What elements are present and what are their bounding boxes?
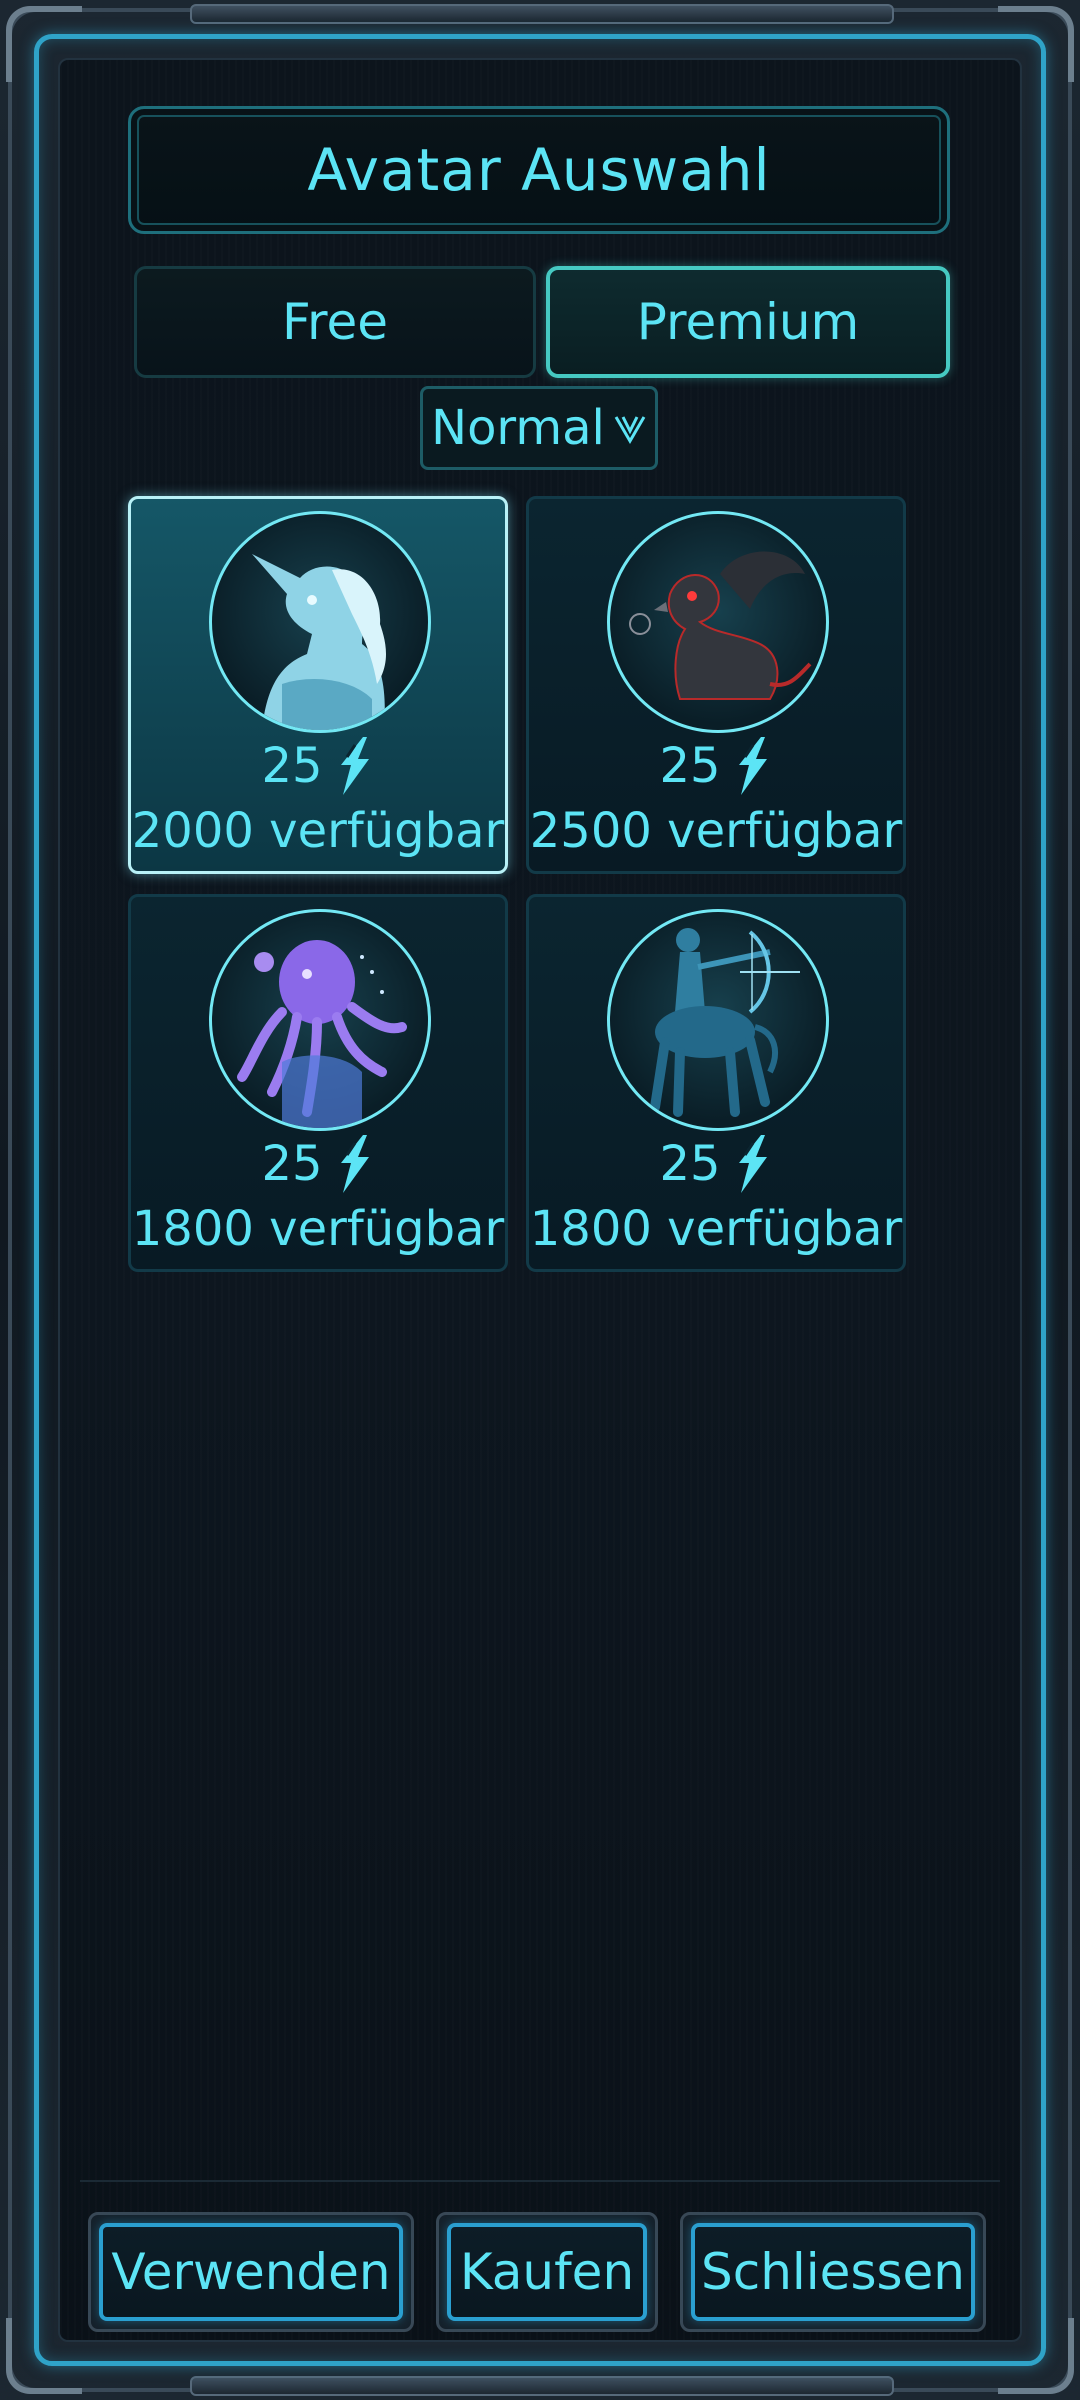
gem-lightning-icon bbox=[340, 737, 369, 795]
chevron-down-icon bbox=[613, 411, 647, 445]
tab-premium[interactable]: Premium bbox=[546, 266, 950, 378]
price-value: 25 bbox=[261, 738, 323, 794]
price-value: 25 bbox=[659, 1136, 721, 1192]
buy-button-label: Kaufen bbox=[447, 2223, 647, 2321]
price-value: 25 bbox=[261, 1136, 323, 1192]
price-value: 25 bbox=[659, 738, 721, 794]
gem-lightning-icon bbox=[738, 737, 767, 795]
gem-lightning-icon bbox=[340, 1135, 369, 1193]
avatar-card-centaur[interactable]: 25 1800 verfügbar bbox=[526, 894, 906, 1272]
price-label: 25 bbox=[529, 735, 903, 797]
footer-divider bbox=[80, 2180, 1000, 2182]
dropdown-value: Normal bbox=[431, 400, 605, 456]
frame-bottom-rail bbox=[190, 2376, 894, 2396]
price-label: 25 bbox=[131, 735, 505, 797]
tab-free[interactable]: Free bbox=[134, 266, 536, 378]
frame-top-rail bbox=[190, 4, 894, 24]
unicorn-avatar-image bbox=[209, 511, 431, 733]
use-button-label: Verwenden bbox=[99, 2223, 403, 2321]
avatar-card-unicorn[interactable]: 25 2000 verfügbar bbox=[128, 496, 508, 874]
centaur-avatar-image bbox=[607, 909, 829, 1131]
title-bar: Avatar Auswahl bbox=[128, 106, 950, 234]
avatar-card-octopus[interactable]: 25 1800 verfügbar bbox=[128, 894, 508, 1272]
close-button[interactable]: Schliessen bbox=[680, 2212, 986, 2332]
category-dropdown[interactable]: Normal bbox=[420, 386, 658, 470]
griffin-avatar-image bbox=[607, 511, 829, 733]
availability-label: 1800 verfügbar bbox=[529, 1201, 903, 1257]
close-button-label: Schliessen bbox=[691, 2223, 975, 2321]
octopus-avatar-image bbox=[209, 909, 431, 1131]
page-title: Avatar Auswahl bbox=[307, 136, 771, 204]
buy-button[interactable]: Kaufen bbox=[436, 2212, 658, 2332]
availability-label: 1800 verfügbar bbox=[131, 1201, 505, 1257]
avatar-card-griffin[interactable]: 25 2500 verfügbar bbox=[526, 496, 906, 874]
tab-bar: Free Premium bbox=[134, 266, 950, 378]
gem-lightning-icon bbox=[738, 1135, 767, 1193]
availability-label: 2000 verfügbar bbox=[131, 803, 505, 859]
price-label: 25 bbox=[131, 1133, 505, 1195]
availability-label: 2500 verfügbar bbox=[529, 803, 903, 859]
price-label: 25 bbox=[529, 1133, 903, 1195]
use-button[interactable]: Verwenden bbox=[88, 2212, 414, 2332]
